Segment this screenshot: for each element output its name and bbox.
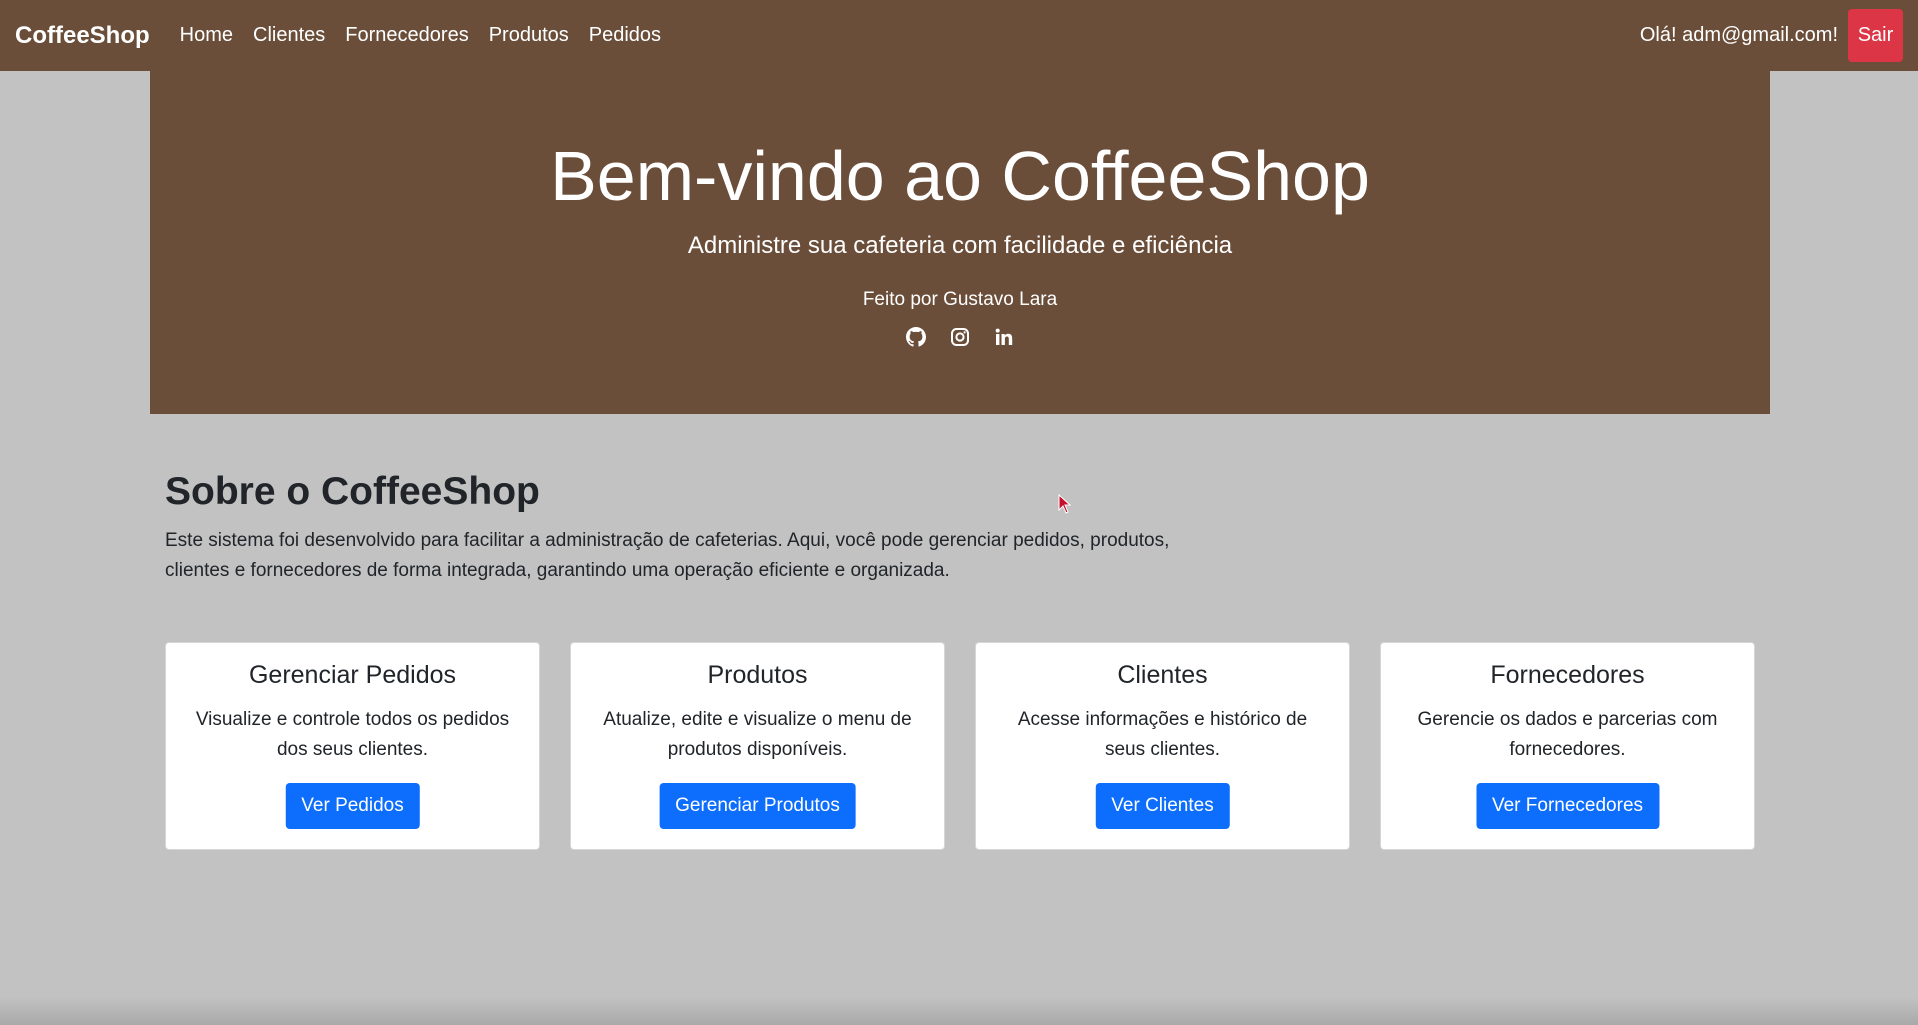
card-text-line-1: Acesse informações e histórico de xyxy=(1017,709,1308,730)
github-icon[interactable] xyxy=(906,327,926,347)
user-greeting: Olá! adm@gmail.com! xyxy=(1639,24,1838,46)
card-text-line-2: seus clientes. xyxy=(1104,739,1221,760)
ver-clientes-button[interactable]: Ver Clientes xyxy=(1095,783,1230,829)
card-text-line-1: Atualize, edite e visualize o menu de xyxy=(603,709,912,730)
card-text-line-1: Gerencie os dados e parcerias com xyxy=(1417,709,1718,730)
card-title: Produtos xyxy=(707,661,808,689)
instagram-icon[interactable] xyxy=(950,327,970,347)
card-fornecedores: Fornecedores Gerencie os dados e parceri… xyxy=(1380,642,1755,850)
card-title: Clientes xyxy=(1117,661,1208,689)
about-text-line-2: clientes e fornecedores de forma integra… xyxy=(165,560,950,581)
card-clientes: Clientes Acesse informações e histórico … xyxy=(975,642,1350,850)
hero-banner: Bem-vindo ao CoffeeShop Administre sua c… xyxy=(150,71,1770,414)
card-text-line-2: produtos disponíveis. xyxy=(667,739,848,760)
card-text: Gerencie os dados e parcerias com fornec… xyxy=(1401,705,1734,765)
hero-subtitle: Administre sua cafeteria com facilidade … xyxy=(687,232,1233,259)
nav-link-fornecedores[interactable]: Fornecedores xyxy=(345,24,468,47)
about-section: Sobre o CoffeeShop Este sistema foi dese… xyxy=(165,470,1265,586)
card-text: Acesse informações e histórico de seus c… xyxy=(996,705,1329,765)
card-text-line-1: Visualize e controle todos os pedidos xyxy=(195,709,510,730)
nav-link-pedidos[interactable]: Pedidos xyxy=(589,24,661,47)
hero-author: Feito por Gustavo Lara xyxy=(862,289,1058,310)
nav-link-home[interactable]: Home xyxy=(180,24,233,47)
social-links xyxy=(150,327,1770,347)
feature-cards: Gerenciar Pedidos Visualize e controle t… xyxy=(165,642,1755,850)
mouse-cursor-icon xyxy=(1058,494,1072,514)
card-text: Atualize, edite e visualize o menu de pr… xyxy=(591,705,924,765)
card-title: Gerenciar Pedidos xyxy=(248,661,457,689)
nav-user-area: Olá! adm@gmail.com! Sair xyxy=(1640,9,1903,62)
card-title: Fornecedores xyxy=(1490,661,1645,689)
gerenciar-produtos-button[interactable]: Gerenciar Produtos xyxy=(659,783,856,829)
nav-link-produtos[interactable]: Produtos xyxy=(489,24,569,47)
about-text: Este sistema foi desenvolvido para facil… xyxy=(165,526,1265,586)
card-text: Visualize e controle todos os pedidos do… xyxy=(186,705,519,765)
nav-link-clientes[interactable]: Clientes xyxy=(253,24,325,47)
card-text-line-2: dos seus clientes. xyxy=(276,739,429,760)
nav-links: Home Clientes Fornecedores Produtos Pedi… xyxy=(180,24,681,47)
logout-button[interactable]: Sair xyxy=(1848,9,1903,62)
ver-fornecedores-button[interactable]: Ver Fornecedores xyxy=(1475,783,1660,829)
card-pedidos: Gerenciar Pedidos Visualize e controle t… xyxy=(165,642,540,850)
hero-title: Bem-vindo ao CoffeeShop xyxy=(550,137,1370,215)
bottom-shade xyxy=(0,997,1918,1025)
card-produtos: Produtos Atualize, edite e visualize o m… xyxy=(570,642,945,850)
ver-pedidos-button[interactable]: Ver Pedidos xyxy=(285,783,420,829)
about-text-line-1: Este sistema foi desenvolvido para facil… xyxy=(165,530,1170,551)
linkedin-icon[interactable] xyxy=(994,327,1014,347)
about-title: Sobre o CoffeeShop xyxy=(165,470,540,513)
brand-logo[interactable]: CoffeeShop xyxy=(15,22,150,50)
card-text-line-2: fornecedores. xyxy=(1509,739,1626,760)
navbar: CoffeeShop Home Clientes Fornecedores Pr… xyxy=(0,0,1918,71)
